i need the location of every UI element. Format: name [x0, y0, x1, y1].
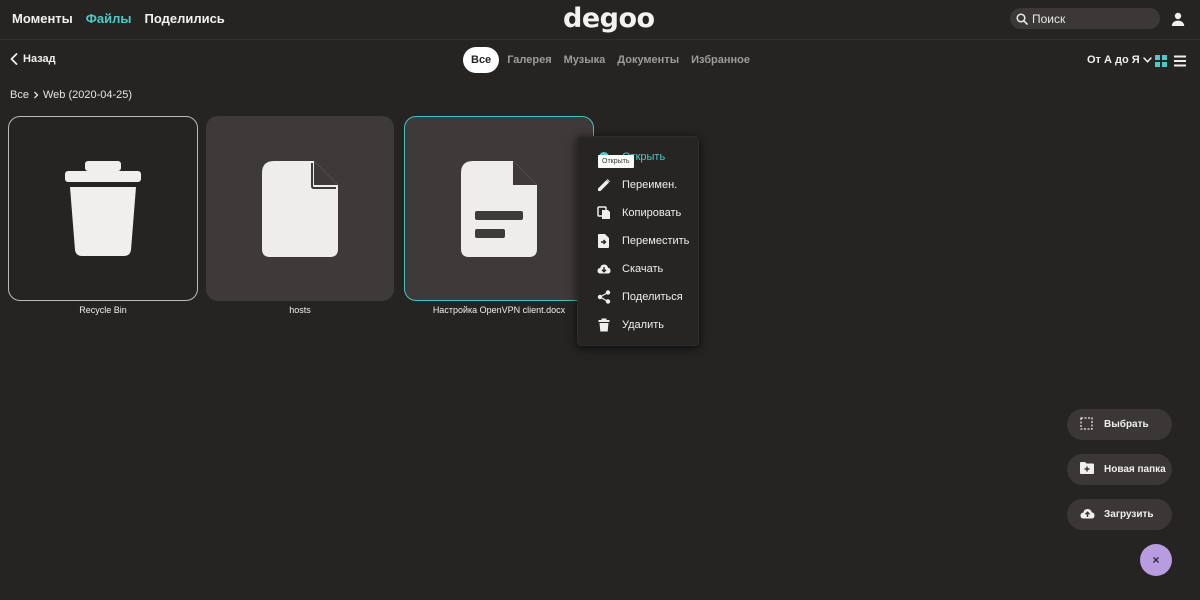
- nav-links: Моменты Файлы Поделились: [12, 11, 225, 26]
- search-input[interactable]: [1032, 11, 1152, 26]
- chevron-down-icon: [1142, 57, 1152, 63]
- breadcrumb-root[interactable]: Все: [10, 89, 29, 101]
- sort-label: От А до Я: [1087, 54, 1140, 66]
- top-navigation: Моменты Файлы Поделились degoo: [0, 0, 1200, 40]
- new-folder-button[interactable]: Новая папка: [1067, 454, 1172, 485]
- tab-documents[interactable]: Документы: [611, 47, 685, 73]
- file-tile-openvpn-docx[interactable]: [404, 116, 594, 301]
- trash-icon: [598, 318, 610, 332]
- file-icon: [262, 160, 338, 257]
- filter-tabs: Все Галерея Музыка Документы Избранное: [463, 47, 756, 73]
- share-icon: [597, 290, 611, 304]
- nav-shared[interactable]: Поделились: [144, 11, 224, 26]
- pencil-icon: [598, 179, 610, 191]
- menu-item-rename[interactable]: Переимен.: [578, 173, 700, 197]
- list-view-button[interactable]: [1174, 54, 1186, 72]
- user-avatar[interactable]: [1167, 8, 1188, 29]
- tooltip: Открыть: [598, 155, 634, 168]
- move-icon: [598, 234, 609, 248]
- chevron-right-icon: [34, 91, 39, 99]
- trash-icon: [65, 160, 141, 256]
- sort-dropdown[interactable]: От А до Я: [1087, 54, 1152, 66]
- upload-button[interactable]: Загрузить: [1067, 499, 1172, 530]
- back-button[interactable]: Назад: [10, 53, 56, 65]
- menu-item-open[interactable]: Открыть: [578, 145, 700, 169]
- chevron-left-icon: [10, 53, 18, 65]
- document-icon: [461, 160, 537, 257]
- tab-all[interactable]: Все: [463, 47, 500, 73]
- file-name: Recycle Bin: [79, 305, 127, 315]
- download-icon: [597, 264, 611, 274]
- file-tile-hosts[interactable]: [206, 116, 394, 301]
- nav-moments[interactable]: Моменты: [12, 11, 73, 26]
- close-icon: ×: [1152, 553, 1160, 567]
- upload-icon: [1080, 509, 1095, 519]
- menu-item-delete[interactable]: Удалить: [578, 313, 700, 337]
- menu-item-move[interactable]: Переместить: [578, 229, 700, 253]
- grid-view-button[interactable]: [1155, 54, 1167, 72]
- file-name: Настройка OpenVPN client.docx: [432, 305, 566, 315]
- degoo-logo[interactable]: degoo: [563, 3, 655, 34]
- tab-favorites[interactable]: Избранное: [685, 47, 756, 73]
- breadcrumb: Все Web (2020-04-25): [10, 89, 132, 101]
- search-box[interactable]: [1010, 8, 1160, 29]
- file-tile-recycle-bin[interactable]: [8, 116, 198, 301]
- nav-files[interactable]: Файлы: [86, 11, 132, 26]
- back-label: Назад: [23, 53, 56, 65]
- tab-music[interactable]: Музыка: [558, 47, 612, 73]
- file-name: hosts: [289, 305, 311, 315]
- folder-add-icon: [1080, 462, 1094, 474]
- menu-item-share[interactable]: Поделиться: [578, 285, 700, 309]
- close-fab-button[interactable]: ×: [1140, 544, 1172, 576]
- select-button[interactable]: Выбрать: [1067, 409, 1172, 440]
- copy-icon: [597, 206, 610, 219]
- list-view-icon: [1174, 55, 1186, 67]
- tab-gallery[interactable]: Галерея: [501, 47, 557, 73]
- grid-view-icon: [1155, 55, 1167, 67]
- menu-item-copy[interactable]: Копировать: [578, 201, 700, 225]
- user-icon: [1171, 12, 1184, 26]
- menu-item-download[interactable]: Скачать: [578, 257, 700, 281]
- search-icon: [1016, 12, 1028, 25]
- breadcrumb-current: Web (2020-04-25): [42, 89, 133, 101]
- select-icon: [1080, 417, 1093, 430]
- context-menu: Открыть Переимен. Копировать Переместить…: [577, 136, 699, 346]
